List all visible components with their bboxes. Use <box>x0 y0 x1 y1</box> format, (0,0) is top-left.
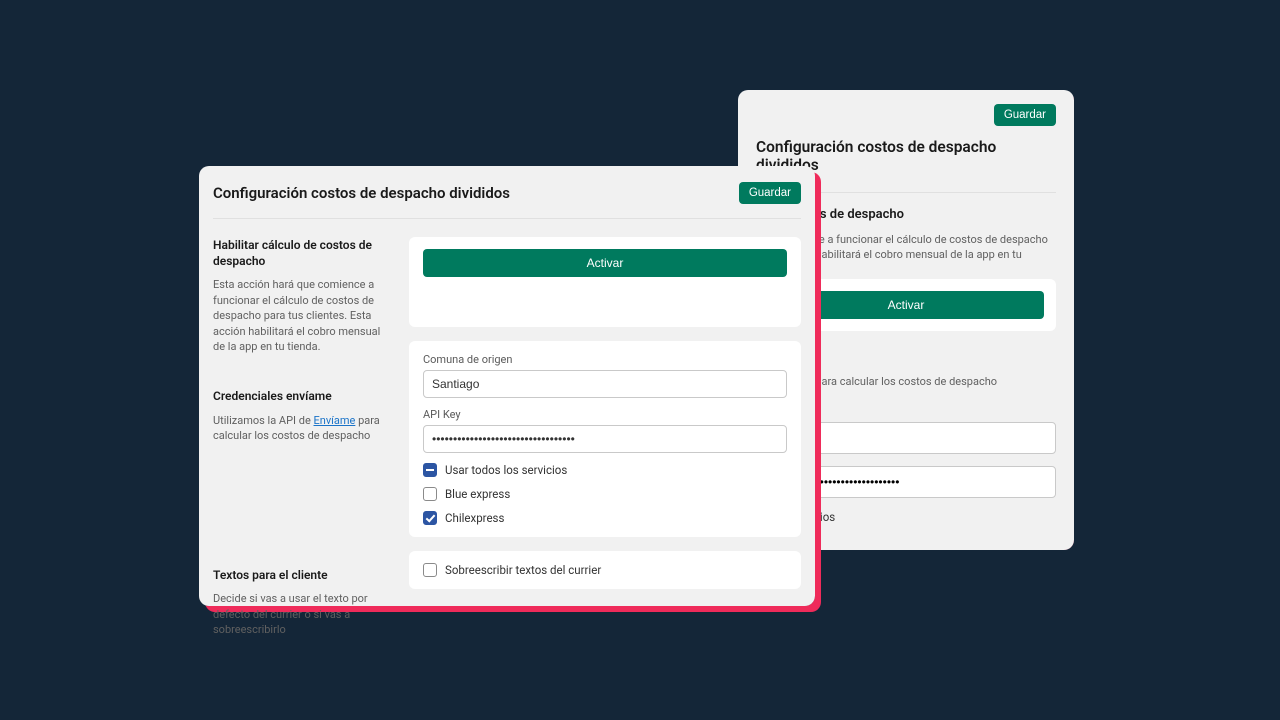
texts-panel: Sobreescribir textos del currier <box>409 551 801 589</box>
page-title: Configuración costos de despacho dividid… <box>213 184 510 202</box>
activate-panel: Activar <box>409 237 801 327</box>
enviame-link[interactable]: Envíame <box>314 414 356 427</box>
save-button[interactable]: Guardar <box>739 182 801 204</box>
chilexpress-label: Chilexpress <box>445 511 504 525</box>
blue-express-checkbox[interactable] <box>423 487 437 501</box>
section-heading-texts: Textos para el cliente <box>213 567 391 583</box>
overwrite-texts-label: Sobreescribir textos del currier <box>445 563 601 577</box>
section-heading-credentials: Credenciales envíame <box>213 388 391 404</box>
comuna-input[interactable] <box>423 370 787 398</box>
blue-express-label: Blue express <box>445 487 510 501</box>
activate-button[interactable]: Activar <box>423 249 787 277</box>
config-panel-front: Configuración costos de despacho dividid… <box>199 166 815 606</box>
save-button[interactable]: Guardar <box>994 104 1056 126</box>
use-all-services-checkbox[interactable] <box>423 463 437 477</box>
api-key-label: API Key <box>423 408 787 421</box>
section-description-credentials: Utilizamos la API de Envíame para calcul… <box>213 413 391 444</box>
api-key-input[interactable] <box>423 425 787 453</box>
chilexpress-checkbox[interactable] <box>423 511 437 525</box>
section-description-texts: Decide si vas a usar el texto por defect… <box>213 591 391 637</box>
overwrite-texts-checkbox[interactable] <box>423 563 437 577</box>
comuna-label: Comuna de origen <box>423 353 787 366</box>
section-heading-enable: Habilitar cálculo de costos de despacho <box>213 237 391 269</box>
use-all-services-label: Usar todos los servicios <box>445 463 567 477</box>
section-description-enable: Esta acción hará que comience a funciona… <box>213 277 391 354</box>
credentials-panel: Comuna de origen API Key Usar todos los … <box>409 341 801 537</box>
